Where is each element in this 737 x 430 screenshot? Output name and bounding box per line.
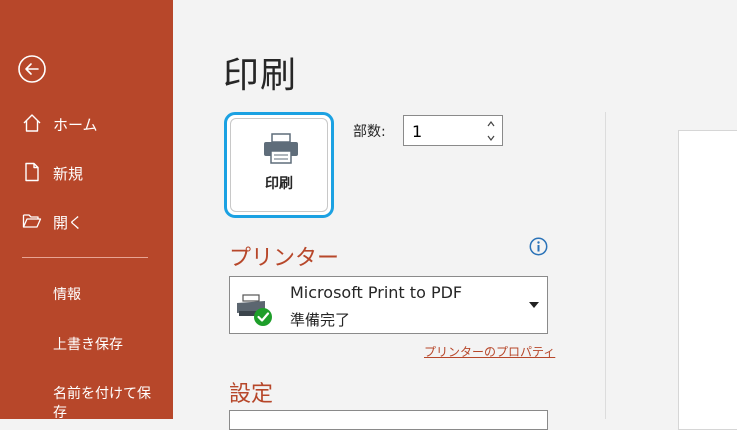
- page-title: 印刷: [223, 55, 298, 96]
- back-arrow-icon: [18, 55, 46, 83]
- new-document-icon: [25, 162, 39, 182]
- preview-divider: [605, 112, 606, 419]
- settings-heading: 設定: [229, 382, 274, 407]
- sidebar-item-label: 新規: [53, 165, 84, 183]
- printer-name: Microsoft Print to PDF: [290, 283, 463, 302]
- sidebar-item-save[interactable]: 上書き保存: [53, 334, 123, 354]
- sidebar-item-save-as[interactable]: 名前を付けて保: [53, 383, 151, 403]
- sidebar: ホーム 新規 開く 情報 上書き保存 名前を付けて保 存: [0, 0, 173, 422]
- settings-dropdown[interactable]: [229, 410, 548, 430]
- print-preview-page: [678, 130, 737, 430]
- copies-label: 部数:: [353, 124, 386, 140]
- sidebar-item-save-as-continued[interactable]: 存: [53, 402, 67, 422]
- chevron-down-icon[interactable]: [486, 133, 496, 143]
- printer-status: 準備完了: [290, 311, 351, 329]
- sidebar-item-home[interactable]: ホーム: [0, 107, 173, 139]
- sidebar-item-label: 開く: [53, 214, 84, 232]
- sidebar-item-label: ホーム: [53, 116, 98, 134]
- sidebar-divider: [22, 257, 148, 258]
- printer-select[interactable]: Microsoft Print to PDF 準備完了: [229, 276, 548, 334]
- info-icon[interactable]: [529, 237, 548, 256]
- sidebar-item-open[interactable]: 開く: [0, 205, 173, 237]
- printer-icon: [264, 133, 298, 164]
- chevron-up-icon[interactable]: [486, 119, 496, 129]
- copies-stepper[interactable]: 1: [403, 115, 503, 146]
- sidebar-item-new[interactable]: 新規: [0, 156, 173, 188]
- back-button[interactable]: [17, 54, 47, 84]
- open-folder-icon: [22, 214, 42, 228]
- print-button-label: 印刷: [265, 176, 293, 192]
- sidebar-item-info[interactable]: 情報: [53, 284, 81, 304]
- printer-properties-link[interactable]: プリンターのプロパティ: [424, 343, 555, 360]
- printer-heading: プリンター: [229, 246, 340, 271]
- copies-value: 1: [412, 122, 423, 141]
- dropdown-arrow-icon: [529, 302, 539, 308]
- home-icon: [23, 114, 41, 132]
- print-button[interactable]: 印刷: [224, 112, 334, 218]
- printer-ready-icon: [237, 294, 272, 326]
